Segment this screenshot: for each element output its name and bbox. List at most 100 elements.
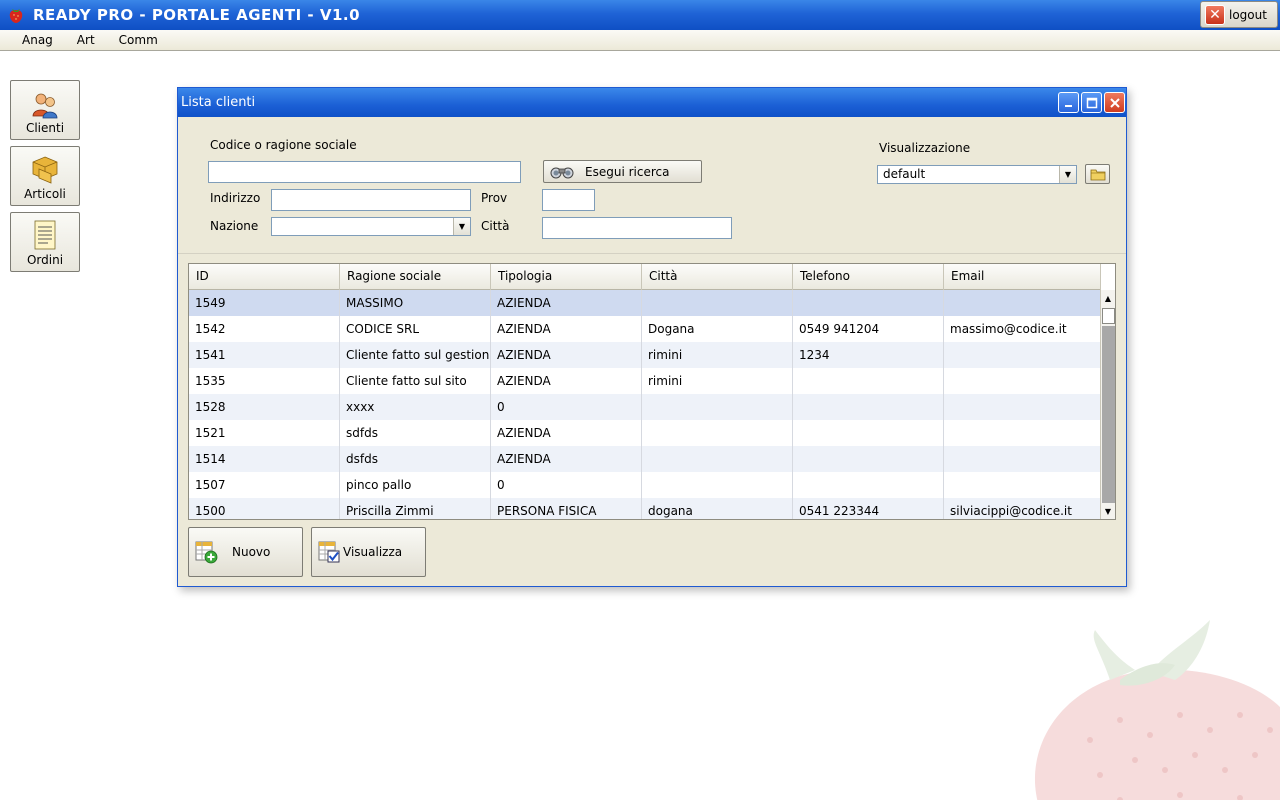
table-cell: 0: [491, 472, 642, 498]
table-cell: dogana: [642, 498, 793, 519]
scroll-up-icon[interactable]: ▲: [1101, 290, 1115, 306]
table-cell: AZIENDA: [491, 342, 642, 368]
table-row[interactable]: 1521 sdfds AZIENDA: [189, 420, 1101, 446]
table-cell: xxxx: [340, 394, 491, 420]
table-header: ID Ragione sociale Tipologia Città Telef…: [189, 264, 1101, 290]
clients-table: ID Ragione sociale Tipologia Città Telef…: [188, 263, 1116, 520]
table-row[interactable]: 1528 xxxx 0: [189, 394, 1101, 420]
close-icon: ✕: [1205, 4, 1225, 25]
nazione-label: Nazione: [210, 219, 259, 233]
citta-label: Città: [481, 219, 510, 233]
esegui-ricerca-button[interactable]: Esegui ricerca: [543, 160, 702, 183]
boxes-icon: [32, 156, 58, 184]
lista-clienti-window: Lista clienti Codice o ragione sociale E…: [177, 87, 1127, 587]
sidebar-item-articoli[interactable]: Articoli: [10, 146, 80, 206]
scroll-track[interactable]: [1102, 326, 1115, 503]
table-cell: 1507: [189, 472, 340, 498]
menu-item-comm[interactable]: Comm: [107, 33, 170, 47]
table-row[interactable]: 1500 Priscilla Zimmi PERSONA FISICA dogana 0…: [189, 498, 1101, 519]
indirizzo-label: Indirizzo: [210, 191, 261, 205]
column-header-tipologia[interactable]: Tipologia: [491, 264, 642, 290]
close-button[interactable]: [1104, 92, 1125, 113]
table-row[interactable]: 1507 pinco pallo 0: [189, 472, 1101, 498]
column-header-citta[interactable]: Città: [642, 264, 793, 290]
maximize-button[interactable]: [1081, 92, 1102, 113]
minimize-icon: [1064, 104, 1072, 107]
nuovo-button[interactable]: Nuovo: [188, 527, 303, 577]
prov-label: Prov: [481, 191, 508, 205]
visualizza-label: Visualizza: [343, 545, 403, 559]
column-header-id[interactable]: ID: [189, 264, 340, 290]
menu-item-anag[interactable]: Anag: [10, 33, 65, 47]
table-row[interactable]: 1541 Cliente fatto sul gestiona AZIENDA rim…: [189, 342, 1101, 368]
menu-bar: Anag Art Comm: [0, 30, 1280, 51]
chevron-down-icon[interactable]: ▼: [453, 218, 470, 235]
sidebar-item-label: Articoli: [24, 187, 66, 201]
table-cell: 1528: [189, 394, 340, 420]
table-cell: [944, 420, 1101, 446]
table-row[interactable]: 1535 Cliente fatto sul sito AZIENDA rimini: [189, 368, 1101, 394]
logout-label: logout: [1229, 7, 1267, 22]
table-cell: [642, 290, 793, 316]
table-cell: 1549: [189, 290, 340, 316]
nuovo-label: Nuovo: [232, 545, 271, 559]
column-header-ragione-sociale[interactable]: Ragione sociale: [340, 264, 491, 290]
table-cell: [944, 394, 1101, 420]
prov-input[interactable]: [542, 189, 595, 211]
sidebar-item-clienti[interactable]: Clienti: [10, 80, 80, 140]
table-cell: silviacippi@codice.it: [944, 498, 1101, 519]
close-icon: [1109, 97, 1120, 108]
table-cell: CODICE SRL: [340, 316, 491, 342]
codice-input[interactable]: [208, 161, 521, 183]
table-row[interactable]: 1542 CODICE SRL AZIENDA Dogana 0549 941204 ma…: [189, 316, 1101, 342]
open-folder-button[interactable]: [1085, 164, 1110, 184]
window-title-bar[interactable]: Lista clienti: [178, 88, 1126, 117]
table-cell: [944, 342, 1101, 368]
table-row[interactable]: 1549 MASSIMO AZIENDA: [189, 290, 1101, 316]
table-cell: 1541: [189, 342, 340, 368]
sidebar-item-ordini[interactable]: Ordini: [10, 212, 80, 272]
table-row[interactable]: 1514 dsfds AZIENDA: [189, 446, 1101, 472]
minimize-button[interactable]: [1058, 92, 1079, 113]
app-title: READY PRO - PORTALE AGENTI - V1.0: [33, 6, 361, 24]
logout-button[interactable]: ✕ logout: [1200, 1, 1278, 28]
indirizzo-input[interactable]: [271, 189, 471, 211]
sidebar-item-label: Clienti: [25, 121, 65, 135]
visualizzazione-value: default: [883, 167, 926, 181]
binoculars-icon: [550, 167, 574, 178]
table-cell: PERSONA FISICA: [491, 498, 642, 519]
column-header-email[interactable]: Email: [944, 264, 1101, 290]
table-cell: 1234: [793, 342, 944, 368]
table-cell: Cliente fatto sul sito: [340, 368, 491, 394]
table-cell: 1500: [189, 498, 340, 519]
scroll-down-icon[interactable]: ▼: [1101, 503, 1115, 519]
menu-item-art[interactable]: Art: [65, 33, 107, 47]
table-cell: AZIENDA: [491, 368, 642, 394]
citta-input[interactable]: [542, 217, 732, 239]
strawberry-watermark: [1035, 620, 1280, 800]
table-cell: 1542: [189, 316, 340, 342]
vertical-scrollbar[interactable]: ▲ ▼: [1100, 290, 1115, 519]
table-cell: 0: [491, 394, 642, 420]
visualizza-button[interactable]: Visualizza: [311, 527, 426, 577]
table-cell: AZIENDA: [491, 420, 642, 446]
column-header-telefono[interactable]: Telefono: [793, 264, 944, 290]
maximize-icon: [1086, 97, 1097, 108]
table-cell: [944, 290, 1101, 316]
table-cell: [642, 472, 793, 498]
table-cell: 1535: [189, 368, 340, 394]
table-cell: [793, 290, 944, 316]
table-cell: AZIENDA: [491, 316, 642, 342]
table-cell: 0549 941204: [793, 316, 944, 342]
scroll-thumb[interactable]: [1102, 308, 1115, 324]
chevron-down-icon[interactable]: ▼: [1059, 166, 1076, 183]
visualizzazione-select[interactable]: default ▼: [877, 165, 1077, 184]
table-cell: Cliente fatto sul gestiona: [340, 342, 491, 368]
document-icon: [34, 220, 56, 250]
table-cell: [793, 394, 944, 420]
table-cell: pinco pallo: [340, 472, 491, 498]
folder-icon: [1090, 169, 1105, 181]
clients-icon: [32, 93, 58, 119]
nazione-select[interactable]: ▼: [271, 217, 471, 236]
table-cell: AZIENDA: [491, 446, 642, 472]
